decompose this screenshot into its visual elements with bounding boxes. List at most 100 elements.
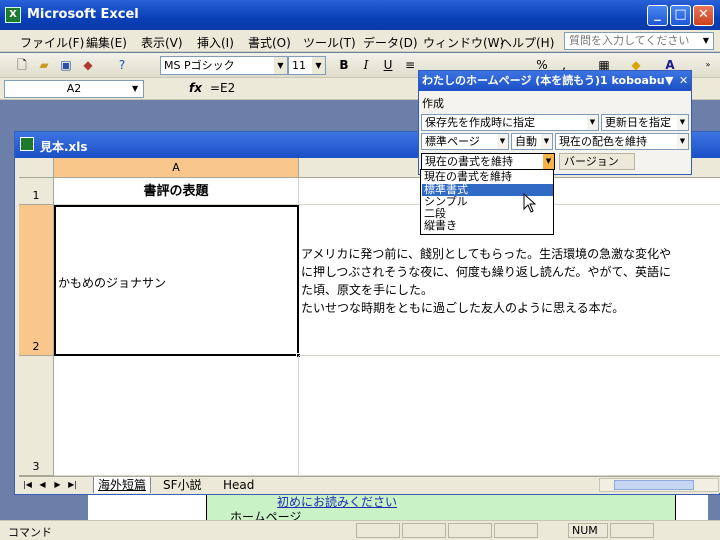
row-header-3[interactable]: 3: [19, 356, 54, 476]
horizontal-scrollbar[interactable]: [599, 478, 719, 492]
save-location-select[interactable]: 保存先を作成時に指定 ▼: [421, 114, 599, 131]
first-sheet-icon[interactable]: |◀: [22, 479, 33, 491]
menu-insert[interactable]: 挿入(I): [197, 34, 234, 51]
open-folder-icon[interactable]: ▰: [36, 57, 52, 73]
font-name-select[interactable]: MS Pゴシック ▼: [160, 56, 288, 75]
menu-edit[interactable]: 編集(E): [86, 34, 127, 51]
excel-app-icon[interactable]: X: [5, 7, 21, 23]
cell-b3[interactable]: [299, 356, 720, 476]
help-search-input[interactable]: 質問を入力してください ▼: [564, 32, 714, 50]
name-box-value: A2: [66, 82, 82, 95]
formula-input[interactable]: =E2: [210, 81, 235, 95]
chevron-down-icon[interactable]: ▼: [543, 154, 554, 169]
new-document-icon[interactable]: 🗋: [14, 57, 30, 73]
column-header-a[interactable]: A: [54, 158, 299, 178]
dropdown-option[interactable]: 現在の書式を維持: [422, 171, 553, 183]
italic-button[interactable]: I: [358, 57, 374, 73]
insert-function-icon[interactable]: fx: [189, 81, 202, 95]
mouse-cursor-icon: [523, 193, 537, 213]
select-all-corner[interactable]: [19, 158, 54, 178]
menu-format[interactable]: 書式(O): [248, 34, 291, 51]
status-panel: [494, 523, 538, 538]
next-sheet-icon[interactable]: ▶: [52, 479, 63, 491]
font-size-value: 11: [292, 59, 306, 72]
close-button[interactable]: ✕: [693, 5, 714, 26]
help-search-placeholder: 質問を入力してください: [569, 34, 690, 47]
num-lock-indicator: NUM: [568, 523, 608, 538]
last-sheet-icon[interactable]: ▶|: [67, 479, 78, 491]
cell-b2-line: たいせつな時期をともに過ごした友人のように思える本だ。: [301, 301, 625, 315]
menu-file[interactable]: ファイル(F): [20, 34, 84, 51]
maximize-button[interactable]: □: [670, 5, 691, 26]
chevron-down-icon[interactable]: ▼: [677, 134, 688, 149]
cell-b2-line: た頃、原文を手にした。: [301, 283, 434, 297]
font-name-value: MS Pゴシック: [164, 59, 235, 72]
underline-button[interactable]: U: [380, 57, 396, 73]
permission-icon[interactable]: ◆: [80, 57, 96, 73]
page-type-select[interactable]: 標準ページ ▼: [421, 133, 509, 150]
menu-help[interactable]: ヘルプ(H): [500, 34, 554, 51]
cell-a3[interactable]: [54, 356, 299, 476]
auto-select[interactable]: 自動 ▼: [511, 133, 553, 150]
bold-button[interactable]: B: [336, 57, 352, 73]
chevron-down-icon[interactable]: ▼: [541, 134, 552, 149]
dropdown-option[interactable]: 縦書き: [422, 220, 553, 232]
close-icon[interactable]: ✕: [679, 71, 688, 90]
name-box[interactable]: A2: [4, 80, 144, 98]
save-location-value: 保存先を作成時に指定: [425, 116, 535, 129]
row-header-2[interactable]: 2: [19, 205, 54, 356]
color-scheme-select[interactable]: 現在の配色を維持 ▼: [555, 133, 689, 150]
chevron-down-icon[interactable]: ▼: [312, 57, 325, 74]
row-number: 3: [32, 460, 40, 473]
floating-toolbar-title: わたしのホームページ (本を読もう)1 koboabu: [422, 74, 665, 87]
help-icon[interactable]: ?: [114, 57, 130, 73]
row-number: 1: [32, 189, 40, 202]
menu-data[interactable]: データ(D): [363, 34, 418, 51]
title-bar: X Microsoft Excel _ □ ✕: [0, 0, 720, 30]
align-left-icon[interactable]: ≡: [402, 57, 418, 73]
page-type-value: 標準ページ: [425, 135, 480, 148]
sheet-tab-kaigai[interactable]: 海外短篇: [93, 477, 152, 493]
toolbar-options-icon[interactable]: »: [700, 57, 716, 73]
sheet-tab-sf[interactable]: SF小説: [159, 477, 206, 493]
font-size-select[interactable]: 11 ▼: [288, 56, 326, 75]
row-header-1[interactable]: 1: [19, 178, 54, 205]
floating-toolbar: わたしのホームページ (本を読もう)1 koboabu ▼ ✕ 作成 保存先を作…: [418, 70, 692, 175]
prev-sheet-icon[interactable]: ◀: [37, 479, 48, 491]
format-select[interactable]: 現在の書式を維持 ▼: [421, 153, 555, 170]
status-bar: コマンド NUM: [0, 520, 720, 540]
chevron-down-icon[interactable]: ▼: [497, 134, 508, 149]
sheet-tab-head[interactable]: Head: [219, 477, 258, 493]
chevron-down-icon[interactable]: ▼: [587, 115, 598, 130]
menu-tools[interactable]: ツール(T): [303, 34, 356, 51]
cell-b2-line: アメリカに発つ前に、餞別としてもらった。生活環境の急激な変化や: [301, 247, 672, 261]
sheet-tab-bar: |◀ ◀ ▶ ▶| 海外短篇 SF小説 Head: [19, 476, 720, 493]
worksheet-grid[interactable]: A 1 2 3 書評の表題 かもめのジョナサン アメリカに発つ前に、餞別としても…: [19, 158, 720, 476]
chevron-down-icon[interactable]: ▼: [274, 57, 287, 74]
status-panel: [402, 523, 446, 538]
scrollbar-thumb[interactable]: [614, 480, 694, 490]
background-green-panel: 初めにお読みください ホームページ: [206, 495, 676, 524]
floating-toolbar-title-bar[interactable]: わたしのホームページ (本を読もう)1 koboabu ▼ ✕: [419, 71, 691, 91]
status-panel: [356, 523, 400, 538]
auto-value: 自動: [515, 135, 537, 148]
save-icon[interactable]: ▣: [58, 57, 74, 73]
menu-window[interactable]: ウィンドウ(W): [423, 34, 504, 51]
row-number: 2: [32, 340, 40, 353]
workbook-icon[interactable]: [20, 137, 34, 151]
cell-a2[interactable]: かもめのジョナサン: [54, 205, 301, 358]
minimize-button[interactable]: _: [647, 5, 668, 26]
chevron-down-icon[interactable]: ▼: [132, 84, 138, 93]
chevron-down-icon[interactable]: ▼: [699, 33, 713, 49]
menu-bar: ファイル(F) 編集(E) 表示(V) 挿入(I) 書式(O) ツール(T) デ…: [0, 30, 720, 52]
window-title: Microsoft Excel: [27, 7, 139, 22]
toolbar-options-icon[interactable]: ▼: [665, 71, 673, 90]
menu-view[interactable]: 表示(V): [141, 34, 183, 51]
color-scheme-value: 現在の配色を維持: [559, 135, 647, 148]
cell-a1[interactable]: 書評の表題: [54, 178, 299, 205]
workbook-window: 見本.xls A 1 2 3 書評の表題 かもめのジョナサン アメリカに発つ前に…: [14, 131, 720, 495]
chevron-down-icon[interactable]: ▼: [677, 115, 688, 130]
cell-b2-text: アメリカに発つ前に、餞別としてもらった。生活環境の急激な変化や に押しつぶされそ…: [301, 245, 671, 317]
version-button[interactable]: バージョン: [559, 153, 635, 170]
update-date-select[interactable]: 更新日を指定 ▼: [601, 114, 689, 131]
